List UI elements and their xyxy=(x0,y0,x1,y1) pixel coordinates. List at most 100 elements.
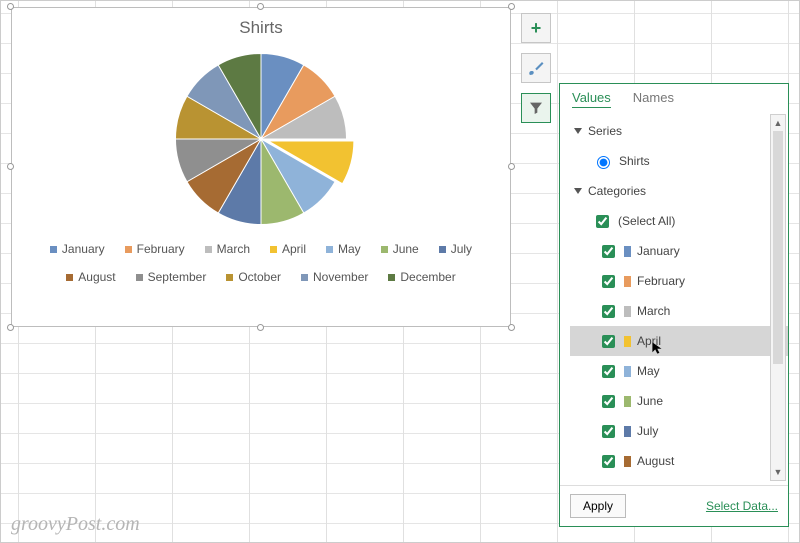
resize-handle[interactable] xyxy=(508,163,515,170)
legend-swatch xyxy=(125,246,132,253)
series-radio[interactable] xyxy=(597,156,610,169)
category-checkbox[interactable] xyxy=(602,425,615,438)
category-checkbox[interactable] xyxy=(602,455,615,468)
category-label: February xyxy=(637,274,685,288)
category-checkbox[interactable] xyxy=(602,335,615,348)
chart-area[interactable]: Shirts JanuaryFebruaryMarchAprilMayJuneJ… xyxy=(11,7,511,327)
legend-label: May xyxy=(338,242,361,256)
collapse-icon xyxy=(574,128,582,134)
category-item[interactable]: June xyxy=(570,386,788,416)
watermark: groovyPost.com xyxy=(11,513,140,536)
legend-swatch xyxy=(388,274,395,281)
legend-swatch xyxy=(381,246,388,253)
legend-label: December xyxy=(400,270,455,284)
funnel-icon xyxy=(528,100,544,116)
chart-filters-button[interactable] xyxy=(521,93,551,123)
select-all-checkbox[interactable] xyxy=(596,215,609,228)
resize-handle[interactable] xyxy=(7,324,14,331)
category-label: August xyxy=(637,454,674,468)
category-swatch xyxy=(624,366,631,377)
legend-label: June xyxy=(393,242,419,256)
legend-swatch xyxy=(226,274,233,281)
resize-handle[interactable] xyxy=(7,3,14,10)
legend-swatch xyxy=(50,246,57,253)
scroll-thumb[interactable] xyxy=(773,131,783,364)
legend-item: April xyxy=(270,242,306,256)
brush-icon xyxy=(527,59,545,77)
resize-handle[interactable] xyxy=(257,324,264,331)
category-swatch xyxy=(624,456,631,467)
category-item[interactable]: May xyxy=(570,356,788,386)
legend-swatch xyxy=(66,274,73,281)
series-item[interactable]: Shirts xyxy=(570,146,788,176)
category-label: March xyxy=(637,304,670,318)
category-swatch xyxy=(624,306,631,317)
scroll-down-icon[interactable]: ▼ xyxy=(771,464,785,480)
collapse-icon xyxy=(574,188,582,194)
scrollbar[interactable]: ▲ ▼ xyxy=(770,114,786,481)
scroll-up-icon[interactable]: ▲ xyxy=(771,115,785,131)
tab-names[interactable]: Names xyxy=(633,90,674,108)
resize-handle[interactable] xyxy=(508,324,515,331)
category-item[interactable]: August xyxy=(570,446,788,476)
chart-title: Shirts xyxy=(12,8,510,38)
legend-item: July xyxy=(439,242,472,256)
legend-label: July xyxy=(451,242,472,256)
resize-handle[interactable] xyxy=(508,3,515,10)
chart-object[interactable]: Shirts JanuaryFebruaryMarchAprilMayJuneJ… xyxy=(11,7,511,327)
legend-label: October xyxy=(238,270,281,284)
category-item[interactable]: July xyxy=(570,416,788,446)
resize-handle[interactable] xyxy=(7,163,14,170)
plus-icon: + xyxy=(531,18,542,39)
category-checkbox[interactable] xyxy=(602,365,615,378)
category-swatch xyxy=(624,336,631,347)
scroll-track[interactable] xyxy=(771,131,785,464)
legend-item: September xyxy=(136,270,207,284)
chart-styles-button[interactable] xyxy=(521,53,551,83)
select-data-link[interactable]: Select Data... xyxy=(706,499,778,513)
select-all-row[interactable]: (Select All) xyxy=(570,206,788,236)
legend-swatch xyxy=(205,246,212,253)
legend-item: November xyxy=(301,270,368,284)
legend-item: March xyxy=(205,242,250,256)
legend-label: March xyxy=(217,242,250,256)
legend-item: December xyxy=(388,270,455,284)
legend-swatch xyxy=(439,246,446,253)
apply-button[interactable]: Apply xyxy=(570,494,626,518)
series-group-header[interactable]: Series xyxy=(570,116,788,146)
category-label: June xyxy=(637,394,663,408)
series-label: Shirts xyxy=(619,154,650,168)
legend-item: June xyxy=(381,242,419,256)
category-item[interactable]: April xyxy=(570,326,788,356)
legend-label: April xyxy=(282,242,306,256)
resize-handle[interactable] xyxy=(257,3,264,10)
pie-chart xyxy=(12,38,510,234)
category-item[interactable]: September xyxy=(570,476,788,485)
series-label: Series xyxy=(588,124,622,138)
category-checkbox[interactable] xyxy=(602,245,615,258)
legend-item: May xyxy=(326,242,361,256)
legend-label: January xyxy=(62,242,105,256)
category-swatch xyxy=(624,396,631,407)
tab-values[interactable]: Values xyxy=(572,90,611,108)
category-checkbox[interactable] xyxy=(602,485,615,486)
chart-elements-button[interactable]: + xyxy=(521,13,551,43)
filter-footer: Apply Select Data... xyxy=(560,485,788,526)
category-checkbox[interactable] xyxy=(602,305,615,318)
category-item[interactable]: February xyxy=(570,266,788,296)
category-item[interactable]: March xyxy=(570,296,788,326)
category-label: January xyxy=(637,244,680,258)
chart-filter-popover: Values Names Series Shirts Categories (S… xyxy=(559,83,789,527)
legend-swatch xyxy=(136,274,143,281)
legend-item: August xyxy=(66,270,115,284)
legend-item: October xyxy=(226,270,281,284)
legend-item: January xyxy=(50,242,105,256)
legend-swatch xyxy=(270,246,277,253)
legend: JanuaryFebruaryMarchAprilMayJuneJulyAugu… xyxy=(12,234,510,284)
category-checkbox[interactable] xyxy=(602,395,615,408)
categories-group-header[interactable]: Categories xyxy=(570,176,788,206)
category-label: July xyxy=(637,424,658,438)
legend-swatch xyxy=(301,274,308,281)
category-item[interactable]: January xyxy=(570,236,788,266)
category-checkbox[interactable] xyxy=(602,275,615,288)
